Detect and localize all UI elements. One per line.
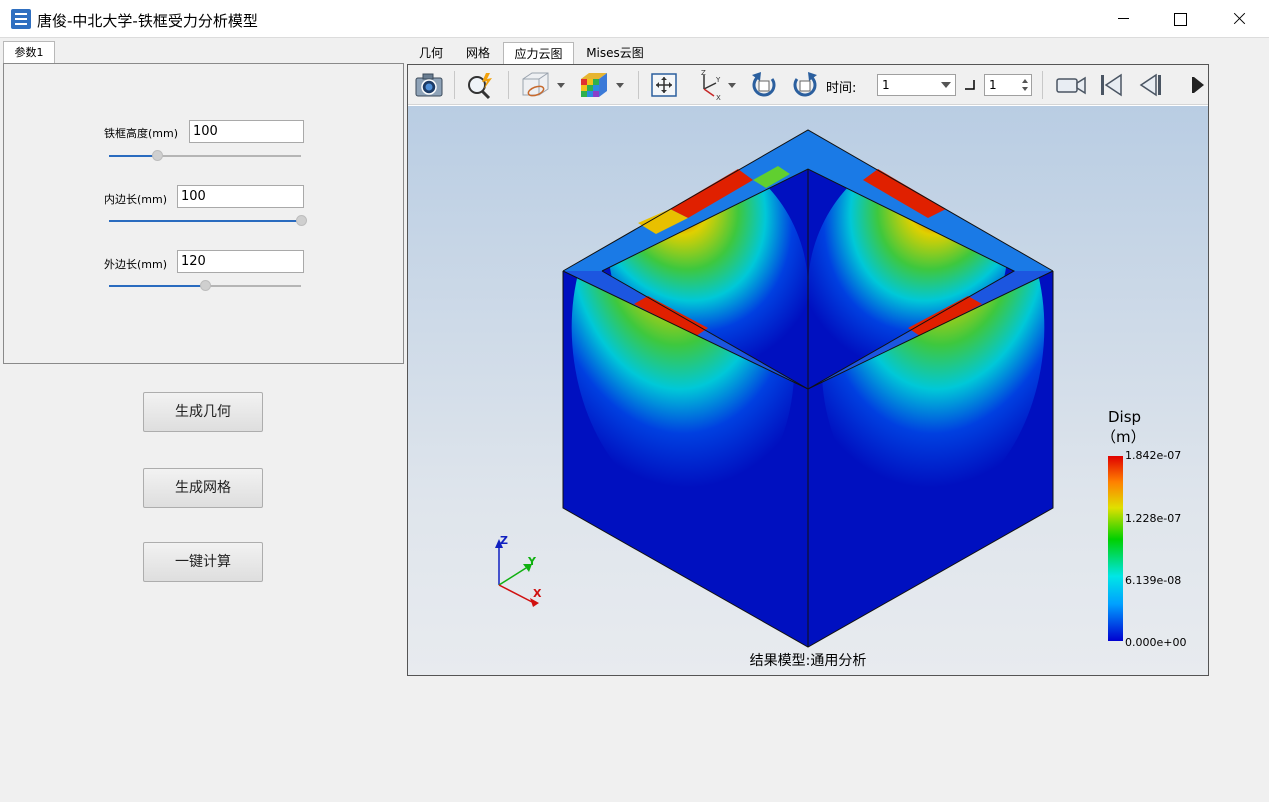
rotate-left-icon[interactable] bbox=[748, 69, 780, 101]
time-label: 时间: bbox=[826, 81, 857, 96]
time-select[interactable]: 1 bbox=[877, 74, 956, 96]
generate-mesh-button[interactable]: 生成网格 bbox=[143, 468, 263, 508]
window-title: 唐俊-中北大学-铁框受力分析模型 bbox=[37, 12, 258, 30]
chevron-down-icon[interactable] bbox=[616, 83, 624, 88]
maximize-button[interactable] bbox=[1151, 0, 1209, 38]
inner-length-input[interactable]: 100 bbox=[177, 185, 304, 208]
axes-icon[interactable]: Z Y X bbox=[692, 69, 724, 101]
slider-thumb[interactable] bbox=[200, 280, 211, 291]
legend-tick-3: 6.139e-08 bbox=[1125, 574, 1182, 587]
result-caption: 结果模型:通用分析 bbox=[749, 653, 867, 669]
video-icon[interactable] bbox=[1054, 69, 1088, 101]
tab-params[interactable]: 参数1 bbox=[3, 41, 55, 64]
toolbar-separator bbox=[638, 71, 639, 99]
rotate-right-icon[interactable] bbox=[789, 69, 821, 101]
spin-up-icon[interactable] bbox=[1022, 79, 1028, 83]
app-icon bbox=[11, 9, 31, 29]
minimize-button[interactable] bbox=[1094, 0, 1152, 38]
time-select-value: 1 bbox=[882, 78, 890, 92]
axis-y-label: Y bbox=[527, 555, 537, 568]
legend-tick-min: 0.000e+00 bbox=[1125, 636, 1187, 649]
spin-down-icon[interactable] bbox=[1022, 87, 1028, 91]
legend-tick-max: 1.842e-07 bbox=[1125, 449, 1182, 462]
viewer-toolbar: Z Y X 时间: 1 1 bbox=[408, 65, 1208, 105]
legend-colorbar bbox=[1108, 456, 1123, 641]
slider-thumb[interactable] bbox=[296, 215, 307, 226]
color-cube-icon[interactable] bbox=[578, 69, 610, 101]
toolbar-separator bbox=[454, 71, 455, 99]
height-slider[interactable] bbox=[109, 150, 301, 162]
camera-icon[interactable] bbox=[413, 69, 445, 101]
chevron-down-icon bbox=[941, 82, 951, 88]
fe-model: Z Y X bbox=[495, 129, 1123, 648]
title-bar: 唐俊-中北大学-铁框受力分析模型 bbox=[0, 0, 1269, 38]
legend-tick-2: 1.228e-07 bbox=[1125, 512, 1182, 525]
prev-frame-icon[interactable] bbox=[1136, 69, 1166, 101]
legend-title: Disp bbox=[1108, 408, 1142, 426]
toolbar-separator bbox=[1042, 71, 1043, 99]
tab-mises-contour[interactable]: Mises云图 bbox=[580, 42, 650, 64]
svg-text:Z: Z bbox=[701, 69, 706, 77]
param-panel: 铁框高度(mm) 100 内边长(mm) 100 外边长(mm) 120 bbox=[3, 63, 404, 364]
zoom-icon[interactable] bbox=[464, 69, 496, 101]
compute-button[interactable]: 一键计算 bbox=[143, 542, 263, 582]
param-label-outer: 外边长(mm) bbox=[104, 258, 168, 271]
fit-view-icon[interactable] bbox=[648, 69, 680, 101]
first-frame-icon[interactable] bbox=[1096, 69, 1126, 101]
svg-text:X: X bbox=[716, 94, 721, 101]
tab-mesh[interactable]: 网格 bbox=[457, 42, 499, 64]
axis-z-label: Z bbox=[500, 534, 508, 547]
svg-text:Y: Y bbox=[715, 76, 721, 84]
height-input[interactable]: 100 bbox=[189, 120, 304, 143]
step-icon bbox=[965, 80, 975, 90]
render-canvas: Z Y X Disp （m） 1.842e-07 1.228e-07 6.139… bbox=[408, 106, 1208, 675]
param-label-height: 铁框高度(mm) bbox=[104, 127, 179, 140]
toolbar-separator bbox=[508, 71, 509, 99]
generate-geometry-button[interactable]: 生成几何 bbox=[143, 392, 263, 432]
close-button[interactable] bbox=[1210, 0, 1268, 38]
slider-thumb[interactable] bbox=[152, 150, 163, 161]
tab-geometry[interactable]: 几何 bbox=[410, 42, 452, 64]
step-spinbox[interactable]: 1 bbox=[984, 74, 1032, 96]
chevron-down-icon[interactable] bbox=[728, 83, 736, 88]
outer-length-slider[interactable] bbox=[109, 280, 301, 292]
outer-length-input[interactable]: 120 bbox=[177, 250, 304, 273]
step-spinbox-value: 1 bbox=[989, 78, 997, 92]
axis-x-label: X bbox=[533, 587, 542, 600]
param-label-inner: 内边长(mm) bbox=[104, 193, 168, 206]
tab-stress-contour[interactable]: 应力云图 bbox=[503, 42, 574, 64]
legend-unit: （m） bbox=[1101, 428, 1146, 446]
result-viewer: Z Y X 时间: 1 1 Z Y X Disp （m） 1.842e-07 1.2… bbox=[407, 64, 1209, 676]
view-mode-icon[interactable] bbox=[518, 69, 554, 101]
inner-length-slider[interactable] bbox=[109, 215, 307, 227]
chevron-down-icon[interactable] bbox=[557, 83, 565, 88]
next-frame-icon[interactable] bbox=[1190, 69, 1208, 101]
